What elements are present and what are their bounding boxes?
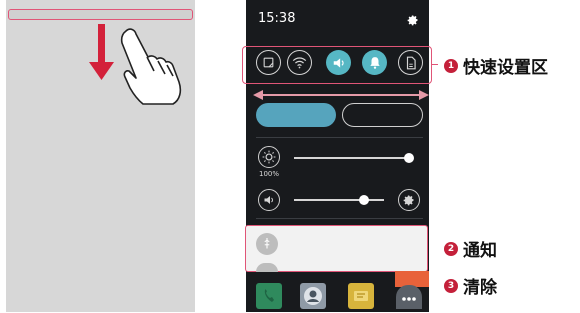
document-icon: [406, 56, 416, 69]
status-time: 15:38: [258, 11, 296, 26]
qs-wide-toggle-inactive[interactable]: [342, 103, 423, 127]
callout-badge: 2: [444, 241, 458, 256]
swipe-down-arrow-icon: [89, 24, 114, 80]
messages-icon: [354, 291, 368, 301]
scroll-right-arrow-icon: [419, 90, 429, 100]
swipe-down-illustration: [89, 24, 182, 105]
callout-quick-settings: 1 快速设置区: [444, 53, 548, 78]
callout-notifications: 2 通知: [444, 236, 497, 261]
qs-scroll-indicator: [258, 94, 424, 96]
callout-label: 快速设置区: [463, 58, 548, 78]
notification-usb-icon: [256, 233, 278, 255]
callout-badge: 3: [444, 278, 458, 293]
brightness-track[interactable]: [294, 157, 409, 159]
phone-icon: [264, 289, 274, 302]
qs-wifi-button[interactable]: [287, 50, 312, 75]
brightness-percent: 100%: [259, 170, 280, 178]
volume-icon: [264, 196, 273, 204]
gear-icon: [403, 195, 414, 206]
qs-sound-button[interactable]: [326, 50, 351, 75]
volume-track[interactable]: [294, 199, 384, 201]
scroll-left-arrow-icon: [253, 90, 263, 100]
qs-data-button[interactable]: [398, 50, 423, 75]
volume-button[interactable]: [258, 189, 280, 211]
contacts-icon: [304, 287, 322, 305]
brightness-icon: [262, 150, 276, 164]
pointing-hand-icon: [120, 28, 182, 105]
callout-clear: 3 清除: [444, 273, 497, 298]
speaker-icon: [333, 57, 344, 68]
capture-icon: [263, 57, 274, 68]
divider: [256, 137, 423, 138]
volume-settings-button[interactable]: [398, 189, 420, 211]
callout-label: 清除: [463, 278, 497, 298]
dock-phone-app[interactable]: [256, 283, 282, 309]
qs-notification-button[interactable]: [362, 50, 387, 75]
callout-badge: 1: [444, 58, 458, 73]
bell-icon: [369, 56, 380, 69]
wifi-icon: [292, 57, 307, 69]
dock-apps-launcher[interactable]: [396, 285, 422, 309]
callout-label: 通知: [463, 241, 497, 261]
qs-wide-toggle-active[interactable]: [256, 103, 336, 127]
dock-messages-app[interactable]: [348, 283, 374, 309]
apps-icon: [402, 297, 416, 301]
brightness-auto-button[interactable]: [258, 146, 280, 168]
divider: [256, 218, 423, 219]
notification-second-icon: [256, 263, 278, 272]
dock-contacts-app[interactable]: [300, 283, 326, 309]
callout-connector: [432, 64, 438, 65]
qs-capture-button[interactable]: [256, 50, 281, 75]
brightness-slider-thumb[interactable]: [404, 153, 414, 163]
settings-gear-icon[interactable]: [407, 14, 419, 26]
status-bar-highlight: [8, 9, 193, 20]
